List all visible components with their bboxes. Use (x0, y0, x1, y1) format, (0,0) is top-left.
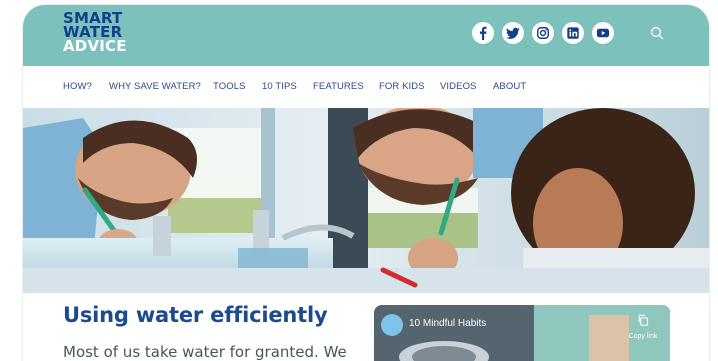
nav-item-tools[interactable]: TOOLS (213, 81, 246, 92)
youtube-icon (596, 28, 610, 38)
video-title[interactable]: 10 Mindful Habits (409, 318, 486, 329)
nav-item-about[interactable]: ABOUT (493, 81, 526, 92)
linkedin-link[interactable] (562, 22, 584, 44)
channel-avatar[interactable] (381, 314, 403, 336)
nav-item-how[interactable]: HOW? (63, 81, 92, 92)
facebook-icon (479, 26, 487, 40)
logo-line-advice: ADVICE (63, 37, 127, 55)
twitter-link[interactable] (502, 22, 524, 44)
copy-link-label: Copy link (628, 333, 658, 340)
page-heading: Using water efficiently (63, 303, 328, 327)
facebook-link[interactable] (472, 22, 494, 44)
youtube-link[interactable] (592, 22, 614, 44)
hero-illustration (23, 108, 709, 293)
copy-icon (638, 314, 649, 326)
nav-item-features[interactable]: FEATURES (313, 81, 364, 92)
nav-item-videos[interactable]: VIDEOS (440, 81, 477, 92)
intro-paragraph: Most of us take water for granted. We (63, 343, 347, 361)
hero-image (23, 108, 709, 293)
copy-link-button[interactable]: Copy link (623, 313, 663, 340)
instagram-icon (537, 27, 549, 39)
instagram-link[interactable] (532, 22, 554, 44)
video-embed[interactable]: 10 Mindful Habits Copy link (374, 305, 670, 361)
main-nav: HOW? WHY SAVE WATER? TOOLS 10 TIPS FEATU… (23, 66, 709, 111)
nav-item-why-save-water[interactable]: WHY SAVE WATER? (109, 81, 201, 92)
search-icon (650, 26, 664, 40)
linkedin-icon (567, 27, 579, 39)
nav-item-10-tips[interactable]: 10 TIPS (262, 81, 297, 92)
site-header: SMART WATER ADVICE (23, 5, 709, 66)
twitter-icon (506, 27, 520, 39)
search-button[interactable] (648, 24, 666, 42)
page-frame: SMART WATER ADVICE HOW? WHY SAVE WATER? … (23, 5, 709, 361)
site-logo[interactable]: SMART WATER ADVICE (63, 11, 143, 55)
nav-item-for-kids[interactable]: FOR KIDS (379, 81, 425, 92)
social-links (472, 22, 614, 44)
